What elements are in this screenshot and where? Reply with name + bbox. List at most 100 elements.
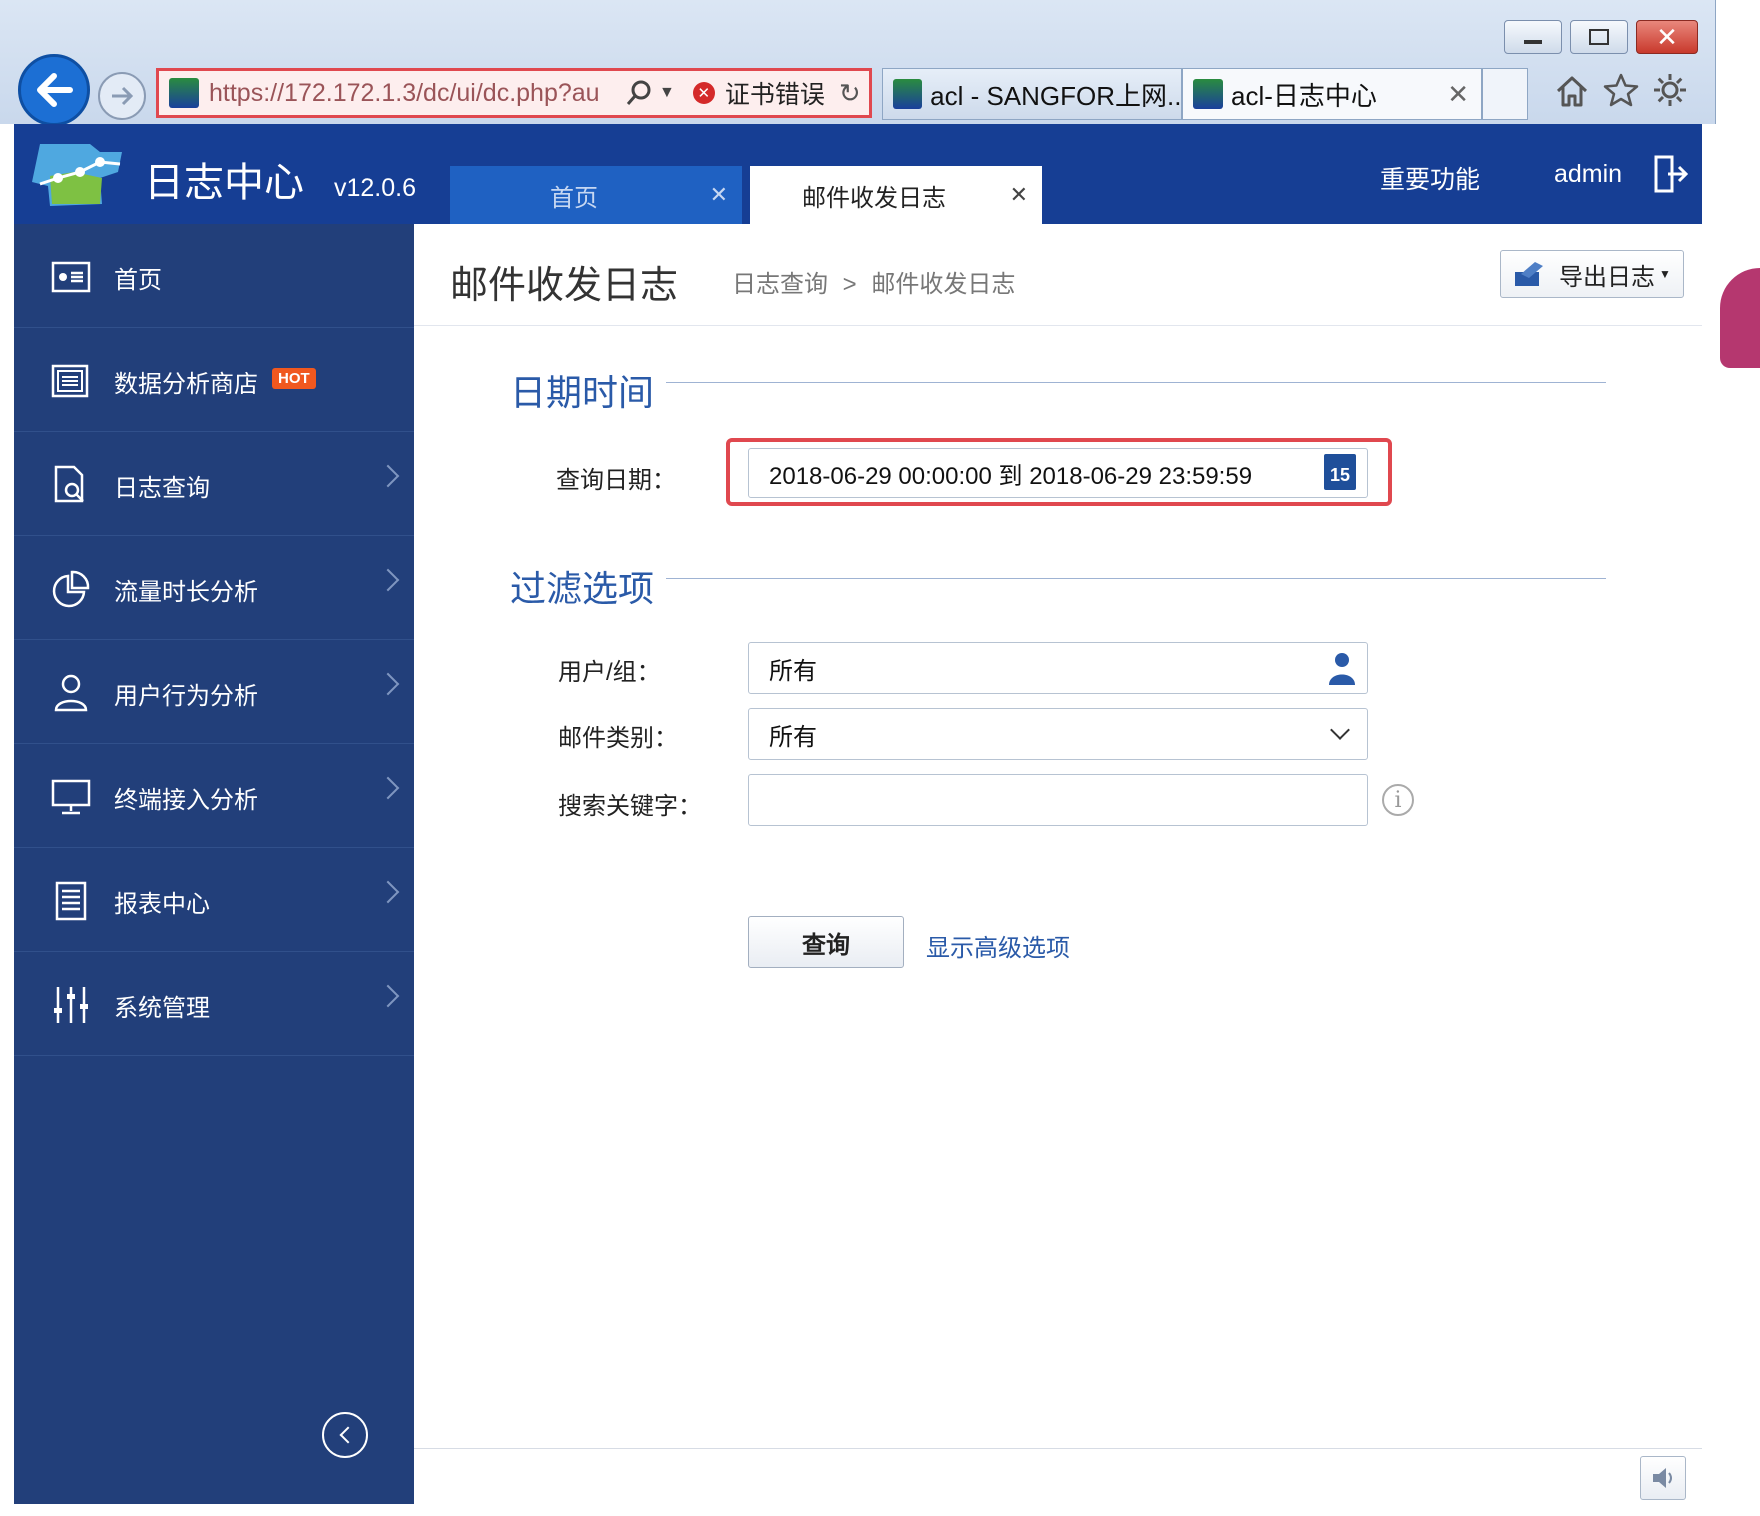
keyword-label: 搜索关键字： <box>558 793 702 820</box>
home-icon[interactable] <box>1554 74 1590 108</box>
sidebar-item-label: 用户行为分析 <box>114 683 258 710</box>
forward-button[interactable] <box>98 72 146 120</box>
tab-label: acl - SANGFOR上网... <box>930 80 1181 111</box>
report-icon <box>55 881 87 921</box>
site-favicon <box>893 79 923 109</box>
chevron-right-icon <box>376 464 400 488</box>
url-text[interactable]: https://172.172.1.3/dc/ui/dc.php?au <box>209 79 619 108</box>
tab-label: 首页 <box>550 184 598 212</box>
sidebar-item-label: 系统管理 <box>114 995 210 1022</box>
chevron-right-icon <box>376 776 400 800</box>
query-button[interactable]: 查询 <box>748 916 904 968</box>
calendar-button[interactable]: 15 <box>1324 454 1356 490</box>
address-bar[interactable]: https://172.172.1.3/dc/ui/dc.php?au ▼ ✕ … <box>156 68 872 118</box>
section-divider <box>666 382 1606 383</box>
breadcrumb-current: 邮件收发日志 <box>871 271 1016 298</box>
close-tab-icon[interactable]: ✕ <box>1447 79 1469 110</box>
calendar-icon: 15 <box>1329 464 1351 485</box>
arrow-right-icon <box>112 86 134 106</box>
sidebar-item-label: 日志查询 <box>114 475 210 502</box>
chevron-right-icon <box>376 672 400 696</box>
breadcrumb: 日志查询 > 邮件收发日志 <box>732 264 1015 299</box>
mail-type-select[interactable]: 所有 <box>748 708 1368 760</box>
arrow-left-icon <box>37 73 73 107</box>
browser-tab-active[interactable]: acl-日志中心 ✕ <box>1182 68 1482 120</box>
minimize-button[interactable] <box>1504 20 1562 54</box>
close-icon: ✕ <box>1656 21 1678 52</box>
new-tab-button[interactable] <box>1482 68 1528 120</box>
user-picker-icon[interactable] <box>1327 651 1357 685</box>
sidebar-item-user-behavior[interactable]: 用户行为分析 <box>14 640 414 744</box>
keyword-input[interactable] <box>748 774 1368 826</box>
tab-label: 邮件收发日志 <box>802 184 946 212</box>
sidebar-item-label: 终端接入分析 <box>114 787 258 814</box>
chevron-right-icon <box>376 880 400 904</box>
speaker-icon <box>1653 1468 1672 1488</box>
export-icon <box>1515 262 1543 286</box>
sidebar-item-traffic[interactable]: 流量时长分析 <box>14 536 414 640</box>
sidebar-item-terminal[interactable]: 终端接入分析 <box>14 744 414 848</box>
sidebar-item-reports[interactable]: 报表中心 <box>14 848 414 952</box>
advanced-options-link[interactable]: 显示高级选项 <box>926 928 1070 963</box>
restore-icon <box>1589 29 1609 45</box>
section-divider <box>666 578 1606 579</box>
tab-mail-log[interactable]: 邮件收发日志 ✕ <box>750 166 1042 224</box>
query-button-label: 查询 <box>802 931 850 959</box>
sidebar-item-system[interactable]: 系统管理 <box>14 952 414 1056</box>
site-favicon <box>1193 79 1223 109</box>
user-group-value: 所有 <box>769 657 817 685</box>
sidebar-item-home[interactable]: 首页 <box>14 224 414 328</box>
search-icon[interactable] <box>625 79 653 107</box>
collapse-sidebar-button[interactable] <box>322 1412 368 1458</box>
store-icon <box>51 364 89 398</box>
filter-section-title: 过滤选项 <box>510 568 655 609</box>
mail-type-label: 邮件类别： <box>558 725 678 752</box>
close-window-button[interactable]: ✕ <box>1636 20 1698 54</box>
page-header: 邮件收发日志 日志查询 > 邮件收发日志 导出日志 ▼ <box>414 224 1702 326</box>
gear-icon[interactable] <box>1652 72 1688 108</box>
dropdown-icon[interactable]: ▼ <box>659 84 675 102</box>
back-button[interactable] <box>18 54 90 126</box>
dashboard-icon <box>51 261 91 293</box>
star-icon[interactable] <box>1602 72 1640 108</box>
user-icon <box>54 674 88 712</box>
sliders-icon <box>54 987 88 1023</box>
chevron-right-icon <box>376 568 400 592</box>
sidebar-item-label: 首页 <box>114 267 162 294</box>
monitor-icon <box>51 779 91 815</box>
site-favicon <box>169 78 199 108</box>
date-range-value: 2018-06-29 00:00:00 到 2018-06-29 23:59:5… <box>769 462 1253 490</box>
refresh-icon[interactable]: ↻ <box>839 78 861 109</box>
hot-badge: HOT <box>272 368 316 389</box>
sound-button[interactable] <box>1640 1456 1686 1500</box>
footer-bar <box>414 1448 1702 1504</box>
export-label: 导出日志 <box>1559 263 1655 291</box>
breadcrumb-parent[interactable]: 日志查询 <box>732 271 828 298</box>
sidebar-item-data-store[interactable]: 数据分析商店 HOT <box>14 328 414 432</box>
info-icon[interactable]: i <box>1382 784 1414 816</box>
close-tab-icon[interactable]: ✕ <box>710 182 728 208</box>
date-label: 查询日期： <box>556 467 676 494</box>
app-version: v12.0.6 <box>334 174 417 202</box>
user-group-label: 用户/组： <box>558 659 661 686</box>
close-tab-icon[interactable]: ✕ <box>1010 182 1028 208</box>
sidebar: 首页 数据分析商店 HOT 日志查询 流量时长分析 用户行为分析 终端接入分析 … <box>14 224 414 1504</box>
browser-tab[interactable]: acl - SANGFOR上网... <box>882 68 1182 120</box>
tab-label: acl-日志中心 <box>1231 80 1377 111</box>
date-range-input[interactable]: 2018-06-29 00:00:00 到 2018-06-29 23:59:5… <box>748 448 1368 498</box>
cert-error-label[interactable]: 证书错误 <box>725 75 825 111</box>
tab-home[interactable]: 首页 ✕ <box>450 166 742 224</box>
important-features-link[interactable]: 重要功能 <box>1380 160 1480 196</box>
chevron-right-icon <box>376 984 400 1008</box>
username[interactable]: admin <box>1554 160 1622 189</box>
maximize-button[interactable] <box>1570 20 1628 54</box>
breadcrumb-separator: > <box>842 271 857 298</box>
chevron-left-icon <box>339 1426 357 1444</box>
app-title: 日志中心 <box>144 161 304 205</box>
sidebar-item-label: 数据分析商店 <box>114 371 258 398</box>
user-group-field[interactable]: 所有 <box>748 642 1368 694</box>
sidebar-item-log-search[interactable]: 日志查询 <box>14 432 414 536</box>
export-log-button[interactable]: 导出日志 ▼ <box>1500 250 1684 298</box>
cert-error-icon: ✕ <box>692 82 715 104</box>
logout-icon[interactable] <box>1652 154 1688 194</box>
